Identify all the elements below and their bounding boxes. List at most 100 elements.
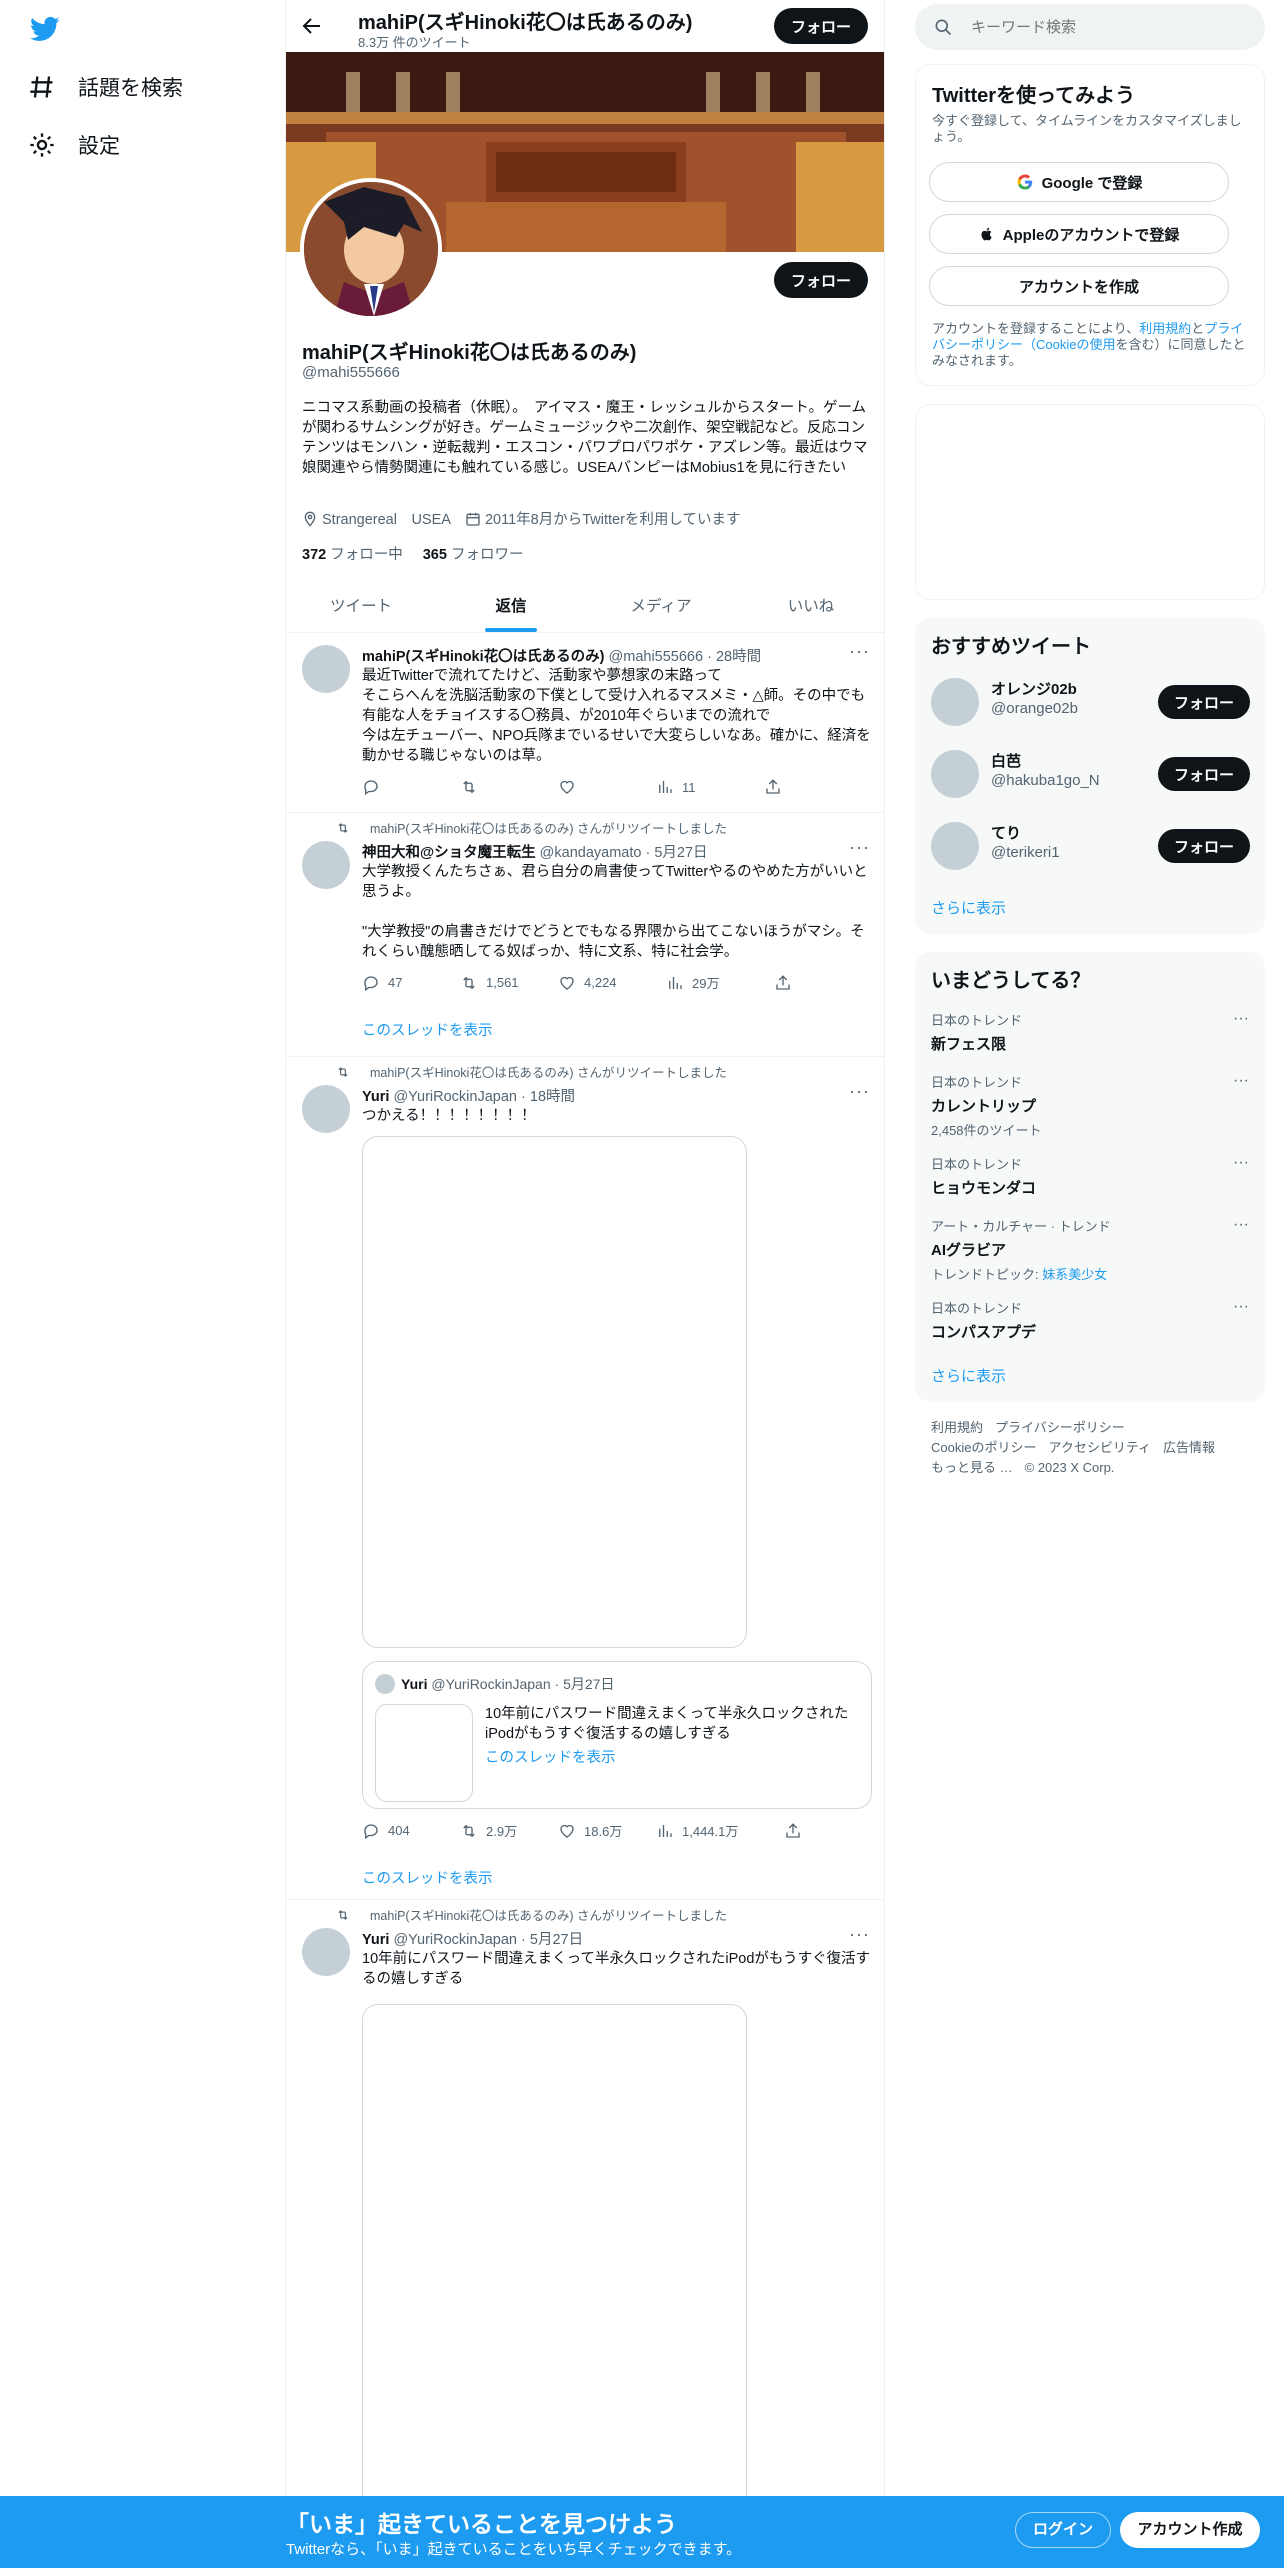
tweet-author-handle[interactable]: @mahi555666 xyxy=(609,649,704,665)
cookie-link[interactable]: Cookieの使用 xyxy=(1036,337,1115,352)
footer-link-ads[interactable]: 広告情報 xyxy=(1163,1440,1215,1455)
share-button[interactable] xyxy=(774,973,792,992)
followers-link[interactable]: 365 フォロワー xyxy=(423,543,524,564)
trends-show-more[interactable]: さらに表示 xyxy=(931,1365,1006,1386)
profile-follow-button[interactable]: フォロー xyxy=(774,262,868,298)
footer-link-privacy[interactable]: プライバシーポリシー xyxy=(995,1420,1125,1435)
terms-link[interactable]: 利用規約 xyxy=(1139,321,1191,336)
follow-button[interactable]: フォロー xyxy=(1158,685,1250,719)
profile-avatar[interactable] xyxy=(300,178,442,320)
more-icon[interactable]: ··· xyxy=(1233,1216,1249,1234)
show-thread-link[interactable]: このスレッドを表示 xyxy=(362,1867,493,1888)
avatar[interactable] xyxy=(302,1085,350,1133)
tweet-author-handle[interactable]: @YuriRockinJapan xyxy=(393,1089,517,1105)
apple-signup-button[interactable]: Appleのアカウントで登録 xyxy=(929,214,1229,254)
share-button[interactable] xyxy=(784,1821,802,1840)
suggested-user-name[interactable]: 白芭 xyxy=(991,750,1021,771)
more-icon[interactable]: ··· xyxy=(849,641,870,662)
tweet-time[interactable]: 28時間 xyxy=(716,649,761,665)
tweet-media[interactable] xyxy=(362,2004,747,2568)
avatar[interactable] xyxy=(931,750,979,798)
suggested-user[interactable]: 白芭 @hakuba1go_N フォロー xyxy=(931,746,1251,802)
nav-settings[interactable]: 設定 xyxy=(28,130,120,160)
tweet-author-name[interactable]: Yuri xyxy=(362,1932,389,1948)
header-follow-button[interactable]: フォロー xyxy=(774,8,868,44)
twitter-logo-icon[interactable] xyxy=(28,14,62,44)
retweet-button[interactable]: 1,561 xyxy=(460,973,558,992)
reply-button[interactable]: 47 xyxy=(362,973,460,992)
tweet-item[interactable]: mahiP(スギHinoki花〇は氏あるのみ) さんがリツイートしました Yur… xyxy=(286,1900,884,2568)
tweet-author-name[interactable]: mahiP(スギHinoki花〇は氏あるのみ) xyxy=(362,649,604,665)
trend-item[interactable]: 日本のトレンド カレントリップ 2,458件のツイート ··· xyxy=(931,1072,1249,1139)
like-button[interactable] xyxy=(558,778,656,796)
tab-replies[interactable]: 返信 xyxy=(436,580,586,632)
retweet-button[interactable]: 2.9万 xyxy=(460,1821,558,1840)
tweet-item[interactable]: mahiP(スギHinoki花〇は氏あるのみ) さんがリツイートしました Yur… xyxy=(286,1057,884,1900)
tab-tweets[interactable]: ツイート xyxy=(286,580,436,632)
footer-link-terms[interactable]: 利用規約 xyxy=(931,1420,983,1435)
avatar[interactable] xyxy=(931,822,979,870)
reply-button[interactable]: 404 xyxy=(362,1821,460,1840)
tab-likes[interactable]: いいね xyxy=(736,580,884,632)
tweet-item[interactable]: mahiP(スギHinoki花〇は氏あるのみ) @mahi555666 · 28… xyxy=(286,633,884,813)
tweet-author-name[interactable]: Yuri xyxy=(362,1089,389,1105)
like-button[interactable]: 4,224 xyxy=(558,973,666,992)
views-button[interactable]: 1,444.1万 xyxy=(656,1821,784,1840)
more-icon[interactable]: ··· xyxy=(1233,1298,1249,1316)
search-bar[interactable] xyxy=(915,4,1265,50)
tweet-author-handle[interactable]: @kandayamato xyxy=(540,845,642,861)
signup-button[interactable]: アカウント作成 xyxy=(1120,2512,1260,2548)
retweet-button[interactable] xyxy=(460,778,558,796)
trend-item[interactable]: 日本のトレンド ヒョウモンダコ ··· xyxy=(931,1154,1249,1198)
views-button[interactable]: 11 xyxy=(656,778,764,796)
more-icon[interactable]: ··· xyxy=(849,837,870,858)
more-icon[interactable]: ··· xyxy=(849,1924,870,1945)
more-icon[interactable]: ··· xyxy=(1233,1154,1249,1172)
retweet-indicator-text[interactable]: mahiP(スギHinoki花〇は氏あるのみ) さんがリツイートしました xyxy=(370,1062,727,1081)
show-thread-link[interactable]: このスレッドを表示 xyxy=(362,1019,493,1040)
tweet-author-name[interactable]: 神田大和@ショタ魔王転生 xyxy=(362,845,536,861)
more-icon[interactable]: ··· xyxy=(1233,1072,1249,1090)
more-icon[interactable]: ··· xyxy=(849,1081,870,1102)
tweet-media[interactable] xyxy=(362,1136,747,1648)
search-input[interactable] xyxy=(971,4,1251,50)
more-icon[interactable]: ··· xyxy=(1233,1010,1249,1028)
trend-item[interactable]: 日本のトレンド コンパスアプデ ··· xyxy=(931,1298,1249,1342)
like-button[interactable]: 18.6万 xyxy=(558,1821,656,1840)
retweet-indicator-text[interactable]: mahiP(スギHinoki花〇は氏あるのみ) さんがリツイートしました xyxy=(370,1905,727,1924)
suggested-user-name[interactable]: オレンジ02b xyxy=(991,678,1077,699)
avatar[interactable] xyxy=(302,1928,350,1976)
avatar[interactable] xyxy=(302,841,350,889)
login-button[interactable]: ログイン xyxy=(1015,2512,1111,2548)
avatar[interactable] xyxy=(302,645,350,693)
trend-topic-link[interactable]: 妹系美少女 xyxy=(1042,1267,1107,1282)
footer-link-accessibility[interactable]: アクセシビリティ xyxy=(1048,1440,1151,1455)
nav-explore[interactable]: 話題を検索 xyxy=(28,72,183,102)
who-to-follow-show-more[interactable]: さらに表示 xyxy=(931,897,1006,918)
google-signup-button[interactable]: Google で登録 xyxy=(929,162,1229,202)
tab-media[interactable]: メディア xyxy=(586,580,736,632)
tweet-time[interactable]: 5月27日 xyxy=(654,845,707,861)
quoted-show-thread-link[interactable]: このスレッドを表示 xyxy=(485,1746,616,1767)
tweet-author-handle[interactable]: @YuriRockinJapan xyxy=(393,1932,517,1948)
retweet-indicator-text[interactable]: mahiP(スギHinoki花〇は氏あるのみ) さんがリツイートしました xyxy=(370,818,727,837)
share-button[interactable] xyxy=(764,778,782,796)
trend-item[interactable]: アート・カルチャー · トレンド AIグラビア トレンドトピック: 妹系美少女 … xyxy=(931,1216,1249,1283)
create-account-button[interactable]: アカウントを作成 xyxy=(929,266,1229,306)
follow-button[interactable]: フォロー xyxy=(1158,829,1250,863)
avatar[interactable] xyxy=(931,678,979,726)
follow-button[interactable]: フォロー xyxy=(1158,757,1250,791)
quoted-tweet[interactable]: Yuri @YuriRockinJapan · 5月27日 10年前にパスワード… xyxy=(362,1661,872,1809)
tweet-item[interactable]: mahiP(スギHinoki花〇は氏あるのみ) さんがリツイートしました 神田大… xyxy=(286,813,884,1057)
tweet-time[interactable]: 5月27日 xyxy=(530,1932,583,1948)
back-arrow-icon[interactable] xyxy=(300,14,324,38)
suggested-user[interactable]: てり @terikeri1 フォロー xyxy=(931,818,1251,874)
following-link[interactable]: 372 フォロー中 xyxy=(302,543,403,564)
tweet-time[interactable]: 18時間 xyxy=(530,1089,575,1105)
reply-button[interactable] xyxy=(362,778,460,796)
footer-link-cookie[interactable]: Cookieのポリシー xyxy=(931,1440,1036,1455)
footer-link-more[interactable]: もっと見る … xyxy=(931,1460,1013,1475)
suggested-user-name[interactable]: てり xyxy=(991,822,1021,843)
trend-item[interactable]: 日本のトレンド 新フェス限 ··· xyxy=(931,1010,1249,1054)
views-button[interactable]: 29万 xyxy=(666,973,774,992)
